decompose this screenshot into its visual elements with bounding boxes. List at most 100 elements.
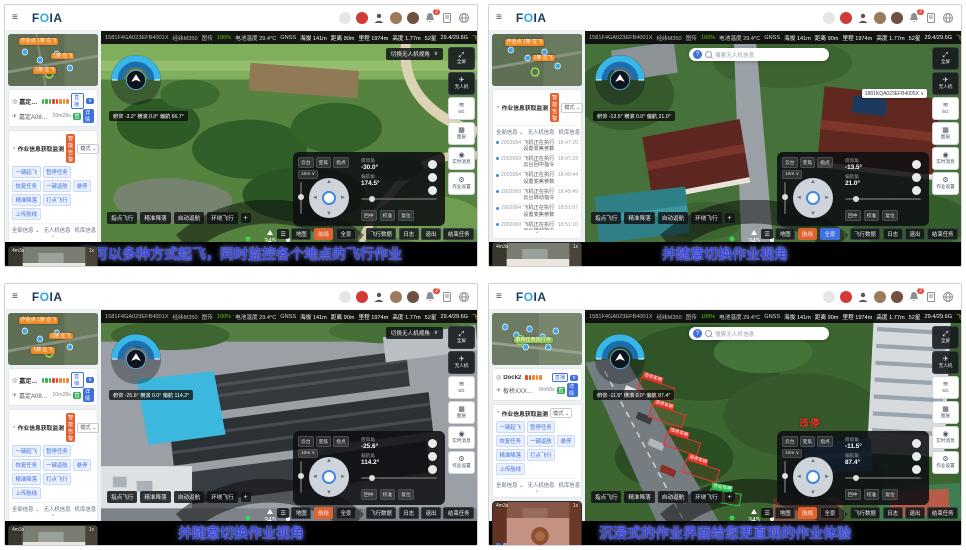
camera-function-button[interactable]: [428, 452, 437, 461]
add-mode-button[interactable]: +: [725, 213, 735, 223]
action-button[interactable]: 日志: [399, 228, 419, 240]
fpv-pip[interactable]: 4m3s1x: [492, 501, 582, 546]
zoom-slider[interactable]: [361, 477, 437, 479]
avatar-red[interactable]: [840, 12, 852, 24]
gimbal-button[interactable]: 变焦: [316, 157, 332, 168]
filter-tab[interactable]: 机库信息: [559, 128, 581, 136]
flight-mode-button[interactable]: 环绕飞行: [691, 491, 721, 503]
map-tag[interactable]: 1架 在飞: [49, 333, 72, 340]
gimbal-action-button[interactable]: 复位: [398, 210, 414, 221]
menu-icon[interactable]: ≡: [496, 12, 502, 23]
flight-mode-button[interactable]: 指点飞行: [107, 212, 137, 224]
log-row[interactable]: 2002069飞机正在执行云台转动指令18:49:49: [496, 187, 578, 203]
collapse-chevron-icon[interactable]: ⌄: [12, 234, 94, 239]
view-toggle-button[interactable]: 全景: [820, 507, 840, 519]
gimbal-action-button[interactable]: 复位: [398, 489, 414, 500]
bell-icon[interactable]: 2: [424, 12, 436, 24]
video-feed[interactable]: 违停车辆违停车辆违停车辆违停车辆作业车辆 违停 1581F4GA023EFB40…: [585, 310, 961, 521]
gimbal-button[interactable]: 变焦: [316, 436, 332, 447]
globe-icon[interactable]: [458, 12, 470, 24]
arrow-right-icon[interactable]: ►: [340, 195, 346, 201]
toolbar-button[interactable]: ▦图层: [932, 122, 959, 145]
mode-button[interactable]: 模式 ⌄: [77, 423, 99, 433]
toolbar-button[interactable]: ◉实时消息: [448, 426, 475, 449]
avatar[interactable]: [874, 291, 886, 303]
action-button[interactable]: 结束任务: [443, 228, 474, 240]
toolbar-button[interactable]: ▦图层: [932, 401, 959, 424]
bell-icon[interactable]: 2: [424, 291, 436, 303]
flight-mode-button[interactable]: 精准降落: [624, 212, 654, 224]
document-icon[interactable]: [441, 291, 453, 303]
bell-icon[interactable]: 2: [908, 12, 920, 24]
app-logo[interactable]: FOIA: [32, 290, 63, 304]
camera-function-button[interactable]: [912, 173, 921, 182]
document-icon[interactable]: [925, 291, 937, 303]
app-logo[interactable]: FOIA: [32, 11, 63, 25]
add-mode-button[interactable]: +: [241, 213, 251, 223]
alert-button[interactable]: 智能告警: [66, 134, 75, 163]
avatar[interactable]: [407, 12, 419, 24]
flight-mode-button[interactable]: 指点飞行: [591, 491, 621, 503]
filter-tab[interactable]: 全部信息 ⌄: [12, 226, 40, 234]
status-circle-icon[interactable]: [823, 12, 835, 24]
globe-icon[interactable]: [942, 291, 954, 303]
dpad-center-button[interactable]: [806, 191, 820, 205]
status-circle-icon[interactable]: [339, 291, 351, 303]
toolbar-button[interactable]: ▦图层: [448, 122, 475, 145]
pip-page-dot[interactable]: [496, 543, 501, 546]
throttle-slider[interactable]: [300, 182, 302, 214]
command-button[interactable]: 暂停任务: [527, 421, 556, 433]
mini-map[interactable]: 航线任务执行中: [492, 313, 582, 365]
collapse-chevron-icon[interactable]: ⌄: [12, 513, 94, 518]
toolbar-button[interactable]: ⚙作业设置: [448, 172, 475, 195]
toolbar-button[interactable]: ≋5G: [932, 97, 959, 120]
toolbar-button[interactable]: ≋5G: [448, 376, 475, 399]
camera-function-button[interactable]: [428, 186, 437, 195]
detail-button[interactable]: 详情: [83, 109, 94, 123]
map-tag[interactable]: 作业点 1架 在飞: [505, 39, 545, 46]
live-button[interactable]: 直播: [71, 93, 84, 109]
command-button[interactable]: 悬停: [73, 459, 91, 471]
command-button[interactable]: 上传航线: [12, 487, 41, 499]
globe-icon[interactable]: [458, 291, 470, 303]
flight-mode-button[interactable]: 指点飞行: [591, 212, 621, 224]
arrow-left-icon[interactable]: ◄: [796, 474, 802, 480]
toolbar-button[interactable]: ✈无人机: [448, 72, 475, 95]
gimbal-button[interactable]: 指点: [333, 157, 349, 168]
command-button[interactable]: 一键返航: [43, 459, 72, 471]
gimbal-action-button[interactable]: 复位: [882, 489, 898, 500]
layers-menu-icon[interactable]: ☰: [277, 229, 288, 239]
document-icon[interactable]: [925, 12, 937, 24]
app-logo[interactable]: FOIA: [516, 290, 547, 304]
command-button[interactable]: 一键起飞: [12, 445, 41, 457]
action-button[interactable]: 日志: [883, 507, 903, 519]
alert-button[interactable]: 智能告警: [550, 93, 559, 122]
mode-button[interactable]: 模式 ⌄: [561, 103, 583, 113]
user-icon[interactable]: [857, 12, 869, 24]
gimbal-button[interactable]: 指点: [333, 436, 349, 447]
avatar[interactable]: [891, 12, 903, 24]
toolbar-button[interactable]: ⤢全屏: [932, 47, 959, 70]
action-button[interactable]: 退出: [421, 507, 441, 519]
flight-mode-button[interactable]: 环绕飞行: [691, 212, 721, 224]
avatar-red[interactable]: [840, 291, 852, 303]
map-tag[interactable]: 航线任务执行中: [514, 337, 553, 344]
device-dropdown[interactable]: ∨: [86, 377, 94, 383]
avatar[interactable]: [874, 12, 886, 24]
search-input[interactable]: ?搜索无人机信息: [689, 327, 829, 340]
gimbal-action-button[interactable]: 复位: [882, 210, 898, 221]
flight-mode-button[interactable]: 精准降落: [140, 212, 170, 224]
dpad-control[interactable]: ▲▼◄►: [309, 178, 349, 218]
command-button[interactable]: 上传航线: [496, 463, 525, 475]
add-mode-button[interactable]: +: [725, 492, 735, 502]
search-input[interactable]: ?搜索无人机信息: [689, 48, 829, 61]
command-button[interactable]: 一键返航: [527, 435, 556, 447]
arrow-up-icon[interactable]: ▲: [810, 179, 816, 185]
gimbal-button[interactable]: 指点: [817, 436, 833, 447]
camera-function-button[interactable]: [912, 452, 921, 461]
layers-menu-icon[interactable]: ☰: [761, 229, 772, 239]
gimbal-button[interactable]: 云台: [298, 157, 314, 168]
gimbal-action-button[interactable]: 回中: [845, 489, 861, 500]
avatar[interactable]: [407, 291, 419, 303]
dpad-control[interactable]: ▲▼◄►: [793, 457, 833, 497]
